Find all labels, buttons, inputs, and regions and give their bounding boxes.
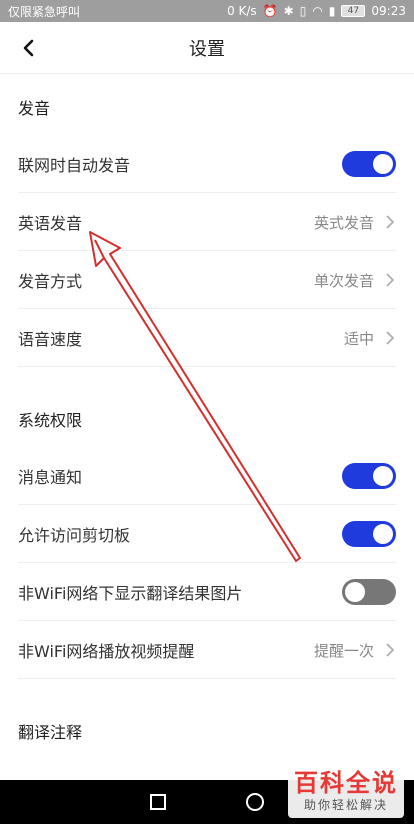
- watermark-sub: 助你轻松解决: [303, 797, 388, 812]
- chevron-right-icon: [386, 273, 395, 287]
- status-carrier-text: 仅限紧急呼叫: [8, 4, 81, 19]
- notifications-toggle[interactable]: [342, 463, 396, 489]
- toggle-knob: [345, 582, 365, 602]
- wifi-icon: ◠: [312, 4, 323, 18]
- setting-english-pronunciation[interactable]: 英语发音 英式发音: [0, 193, 414, 251]
- setting-speech-speed[interactable]: 语音速度 适中: [0, 309, 414, 367]
- setting-label: 消息通知: [18, 468, 83, 487]
- chevron-right-icon: [386, 215, 395, 229]
- clock: 09:23: [371, 4, 406, 18]
- setting-label: 联网时自动发音: [18, 156, 131, 175]
- section-title-pronunciation: 发音: [18, 99, 51, 118]
- auto-pronounce-toggle[interactable]: [342, 151, 396, 177]
- page-title: 设置: [189, 38, 225, 60]
- setting-label: 允许访问剪切板: [18, 526, 131, 545]
- chevron-right-icon: [386, 643, 395, 657]
- setting-value: 单次发音: [313, 271, 374, 290]
- setting-value-group: 提醒一次: [314, 640, 396, 661]
- settings-list: 发音 联网时自动发音 英语发音 英式发音 发音方式 单次发音 语音速度 适中 系…: [0, 75, 414, 759]
- home-icon[interactable]: [246, 793, 264, 811]
- setting-pronounce-mode[interactable]: 发音方式 单次发音: [0, 251, 414, 309]
- alarm-icon: ⏰: [262, 4, 278, 18]
- setting-notifications[interactable]: 消息通知: [0, 447, 414, 505]
- status-bar: 仅限紧急呼叫 0 K/s ⏰ ✱ ▯ ◠ ▮ 47 09:23: [0, 0, 414, 22]
- setting-label: 非WiFi网络下显示翻译结果图片: [18, 584, 243, 603]
- setting-value: 提醒一次: [313, 641, 374, 660]
- setting-value-group: 英式发音: [314, 212, 396, 233]
- network-speed: 0 K/s: [227, 4, 257, 18]
- watermark-logo: 百科全说 助你轻松解决: [288, 764, 404, 818]
- setting-non-wifi-video[interactable]: 非WiFi网络播放视频提醒 提醒一次: [0, 621, 414, 679]
- watermark-main: 百科全说: [294, 768, 398, 797]
- signal-icon: ▮: [328, 4, 336, 18]
- setting-label: 发音方式: [18, 272, 83, 291]
- back-button[interactable]: [14, 34, 42, 62]
- setting-label: 英语发音: [18, 214, 83, 233]
- setting-value: 英式发音: [313, 213, 374, 232]
- vibrate-icon: ▯: [299, 4, 307, 18]
- bluetooth-icon: ✱: [283, 4, 294, 18]
- setting-value-group: 适中: [344, 328, 396, 349]
- setting-value: 适中: [343, 329, 374, 348]
- clipboard-toggle[interactable]: [342, 521, 396, 547]
- setting-value-group: 单次发音: [314, 270, 396, 291]
- title-bar: 设置: [0, 22, 414, 74]
- battery-icon: 47: [341, 5, 366, 17]
- setting-auto-pronounce[interactable]: 联网时自动发音: [0, 135, 414, 193]
- setting-non-wifi-images[interactable]: 非WiFi网络下显示翻译结果图片: [0, 563, 414, 621]
- setting-label: 非WiFi网络播放视频提醒: [18, 642, 195, 661]
- chevron-right-icon: [386, 331, 395, 345]
- toggle-knob: [373, 466, 393, 486]
- toggle-knob: [373, 524, 393, 544]
- recent-apps-icon[interactable]: [150, 794, 166, 810]
- status-right: 0 K/s ⏰ ✱ ▯ ◠ ▮ 47 09:23: [227, 4, 406, 18]
- chevron-left-icon: [23, 39, 34, 57]
- non-wifi-images-toggle[interactable]: [342, 579, 396, 605]
- toggle-knob: [373, 154, 393, 174]
- section-title-permissions: 系统权限: [18, 411, 83, 430]
- setting-label: 语音速度: [18, 330, 83, 349]
- section-title-annotations: 翻译注释: [18, 723, 83, 742]
- setting-clipboard-access[interactable]: 允许访问剪切板: [0, 505, 414, 563]
